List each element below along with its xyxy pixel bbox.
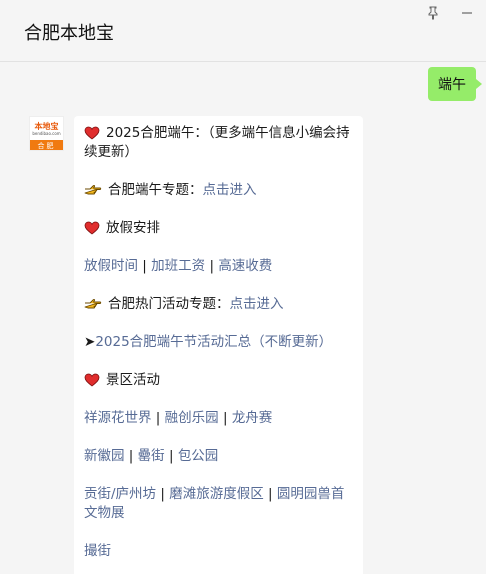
- xiangyuan-link[interactable]: 祥源花世界: [84, 410, 152, 426]
- cuojie-link[interactable]: 撮街: [84, 543, 111, 559]
- events-prefix: 合肥热门活动专题：: [108, 296, 230, 312]
- holiday-heading: 放假安排: [106, 220, 160, 236]
- summary-link[interactable]: 2025合肥端午节活动汇总（不断更新）: [95, 334, 332, 350]
- message-line-summary: ➤2025合肥端午节活动汇总（不断更新）: [84, 333, 355, 352]
- avatar-city: 合肥: [30, 140, 63, 150]
- separator: |: [168, 448, 174, 464]
- heart-icon: [84, 373, 100, 387]
- message-line-holiday: 放假安排: [84, 219, 355, 238]
- avatar[interactable]: 本地宝 bendibao.com 合肥: [29, 116, 64, 151]
- message-line-intro: 2025合肥端午：（更多端午信息小编会持续更新）: [84, 124, 355, 162]
- message-line-events: 合肥热门活动专题：点击进入: [84, 295, 355, 314]
- separator: |: [209, 258, 215, 274]
- motan-resort-link[interactable]: 磨滩旅游度假区: [169, 486, 264, 502]
- overtime-pay-link[interactable]: 加班工资: [151, 258, 205, 274]
- topic-prefix: 合肥端午专题：: [108, 182, 203, 198]
- sunac-park-link[interactable]: 融创乐园: [165, 410, 219, 426]
- separator: |: [222, 410, 228, 426]
- outgoing-message-text: 端午: [438, 77, 466, 93]
- gongjie-link[interactable]: 贡街/庐州坊: [84, 486, 156, 502]
- topic-link[interactable]: 点击进入: [203, 182, 257, 198]
- dragon-boat-link[interactable]: 龙舟赛: [232, 410, 273, 426]
- intro-text: 2025合肥端午：（更多端午信息小编会持续更新）: [84, 125, 350, 160]
- separator: |: [128, 448, 134, 464]
- chat-title: 合肥本地宝: [24, 23, 114, 44]
- heart-icon: [84, 221, 100, 235]
- leijie-link[interactable]: 罍街: [138, 448, 165, 464]
- avatar-logo-main: 本地宝: [34, 121, 59, 131]
- separator: |: [142, 258, 147, 274]
- message-line-scenic: 景区活动: [84, 371, 355, 390]
- message-line-holiday-links: 放假时间 | 加班工资 | 高速收费: [84, 257, 355, 276]
- message-line-topic: 合肥端午专题：点击进入: [84, 181, 355, 200]
- highway-toll-link[interactable]: 高速收费: [218, 258, 272, 274]
- avatar-logo: 本地宝 bendibao.com: [30, 117, 63, 140]
- heart-icon: [84, 126, 100, 140]
- message-line-scenic-links-1: 祥源花世界 | 融创乐园 | 龙舟赛: [84, 409, 355, 428]
- events-link[interactable]: 点击进入: [230, 296, 284, 312]
- pin-icon[interactable]: [423, 4, 443, 22]
- message-line-scenic-links-3: 贡街/庐州坊 | 磨滩旅游度假区 | 圆明园兽首文物展: [84, 485, 355, 523]
- xinhuiyuan-link[interactable]: 新徽园: [84, 448, 125, 464]
- scenic-heading: 景区活动: [106, 372, 160, 388]
- minimize-icon[interactable]: [457, 4, 477, 22]
- chat-header: 合肥本地宝: [0, 0, 486, 62]
- pointing-hand-icon: [84, 299, 102, 309]
- separator: |: [268, 486, 273, 502]
- pointing-hand-icon: [84, 185, 102, 195]
- holiday-time-link[interactable]: 放假时间: [84, 258, 138, 274]
- message-line-cuojie: 撮街: [84, 542, 355, 561]
- incoming-message: 2025合肥端午：（更多端午信息小编会持续更新） 合肥端午专题：点击进入 放假安…: [74, 116, 363, 574]
- baogong-park-link[interactable]: 包公园: [178, 448, 219, 464]
- arrow-icon: ➤: [84, 334, 96, 350]
- separator: |: [155, 410, 161, 426]
- avatar-logo-sub: bendibao.com: [32, 130, 61, 136]
- outgoing-message[interactable]: 端午: [428, 67, 482, 101]
- separator: |: [160, 486, 165, 502]
- message-line-scenic-links-2: 新徽园 | 罍街 | 包公园: [84, 447, 355, 466]
